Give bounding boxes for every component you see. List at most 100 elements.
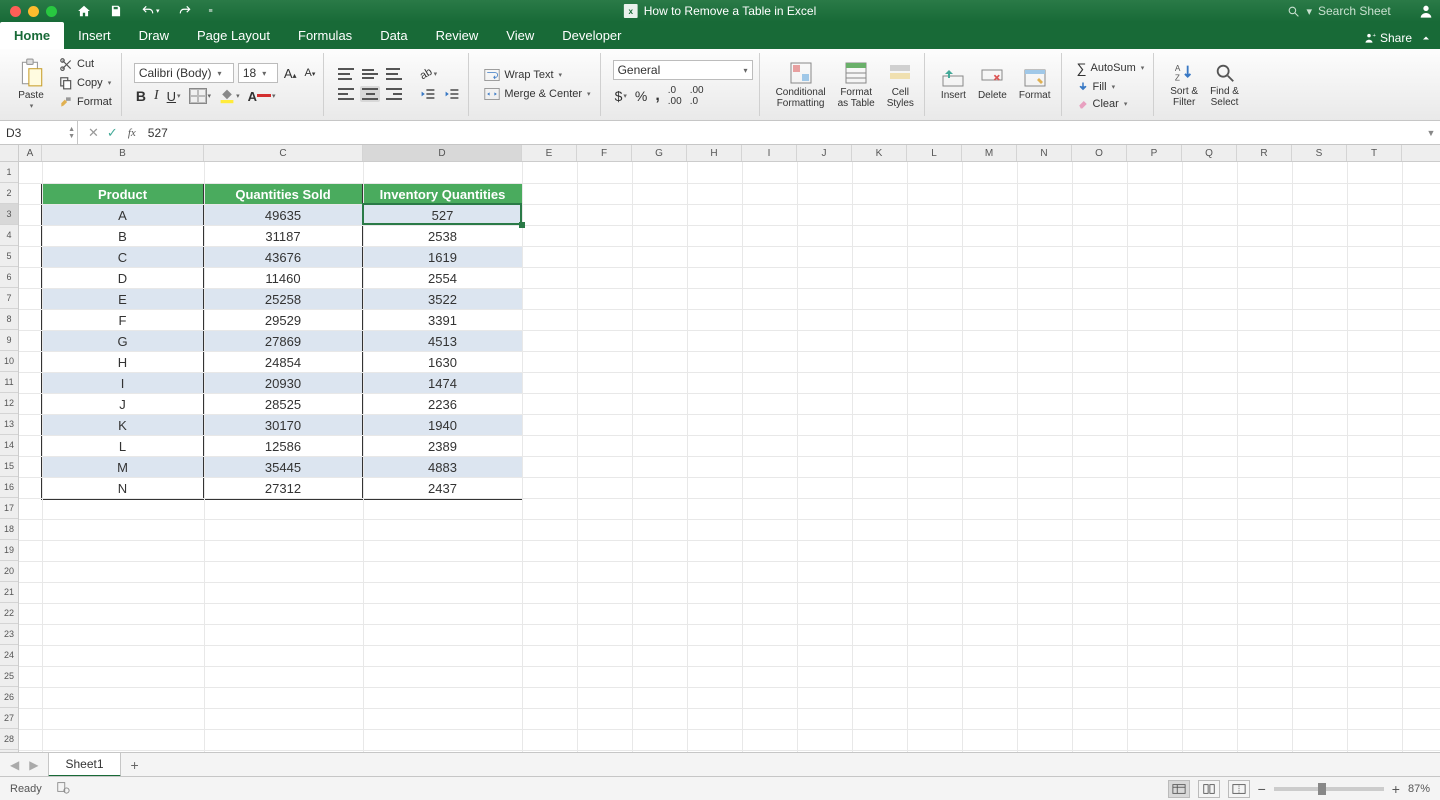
macro-record-icon[interactable] bbox=[56, 780, 70, 797]
insert-cells-button[interactable]: Insert bbox=[937, 66, 970, 103]
table-cell[interactable]: 28525 bbox=[204, 394, 363, 415]
comma-button[interactable]: , bbox=[653, 85, 661, 107]
row-header-13[interactable]: 13 bbox=[0, 414, 18, 435]
fill-color-button[interactable]: ▾ bbox=[217, 86, 242, 106]
tab-data[interactable]: Data bbox=[366, 22, 421, 49]
conditional-formatting-button[interactable]: Conditional Formatting bbox=[772, 59, 830, 111]
undo-icon[interactable]: ▾ bbox=[139, 2, 162, 20]
home-icon[interactable] bbox=[75, 2, 93, 20]
enter-formula-icon[interactable]: ✓ bbox=[107, 125, 118, 141]
add-sheet-button[interactable]: + bbox=[121, 753, 149, 777]
close-window-button[interactable] bbox=[10, 6, 21, 17]
table-cell[interactable]: 27312 bbox=[204, 478, 363, 499]
row-header-25[interactable]: 25 bbox=[0, 666, 18, 687]
save-icon[interactable] bbox=[107, 2, 125, 20]
align-middle-button[interactable] bbox=[360, 66, 380, 82]
cancel-formula-icon[interactable]: ✕ bbox=[88, 125, 99, 141]
table-header[interactable]: Quantities Sold bbox=[204, 184, 363, 205]
zoom-level[interactable]: 87% bbox=[1408, 783, 1430, 795]
column-headers[interactable]: ABCDEFGHIJKLMNOPQRST bbox=[19, 145, 1440, 162]
row-header-19[interactable]: 19 bbox=[0, 540, 18, 561]
data-table[interactable]: ProductQuantities SoldInventory Quantiti… bbox=[41, 183, 523, 500]
select-all-corner[interactable] bbox=[0, 145, 19, 162]
table-cell[interactable]: I bbox=[42, 373, 204, 394]
row-header-14[interactable]: 14 bbox=[0, 435, 18, 456]
tab-view[interactable]: View bbox=[492, 22, 548, 49]
cells-area[interactable]: ProductQuantities SoldInventory Quantiti… bbox=[19, 162, 1440, 752]
row-header-2[interactable]: 2 bbox=[0, 183, 18, 204]
normal-view-button[interactable] bbox=[1168, 780, 1190, 798]
row-header-28[interactable]: 28 bbox=[0, 729, 18, 750]
column-header-S[interactable]: S bbox=[1292, 145, 1347, 161]
increase-decimal-button[interactable]: .0.00 bbox=[666, 83, 684, 109]
percent-button[interactable]: % bbox=[633, 86, 649, 106]
column-header-N[interactable]: N bbox=[1017, 145, 1072, 161]
borders-button[interactable]: ▾ bbox=[187, 86, 214, 106]
table-cell[interactable]: 2554 bbox=[363, 268, 522, 289]
column-header-J[interactable]: J bbox=[797, 145, 852, 161]
align-center-button[interactable] bbox=[360, 86, 380, 102]
column-header-L[interactable]: L bbox=[907, 145, 962, 161]
page-break-view-button[interactable] bbox=[1228, 780, 1250, 798]
table-cell[interactable]: E bbox=[42, 289, 204, 310]
tab-draw[interactable]: Draw bbox=[125, 22, 183, 49]
table-cell[interactable]: H bbox=[42, 352, 204, 373]
table-cell[interactable]: 25258 bbox=[204, 289, 363, 310]
maximize-window-button[interactable] bbox=[46, 6, 57, 17]
table-cell[interactable]: J bbox=[42, 394, 204, 415]
paste-button[interactable]: Paste ▾ bbox=[14, 56, 48, 113]
table-cell[interactable]: L bbox=[42, 436, 204, 457]
row-header-23[interactable]: 23 bbox=[0, 624, 18, 645]
sheet-nav-next[interactable]: ▶ bbox=[25, 756, 42, 774]
row-header-9[interactable]: 9 bbox=[0, 330, 18, 351]
tab-page-layout[interactable]: Page Layout bbox=[183, 22, 284, 49]
qat-customize-icon[interactable]: ≡ bbox=[209, 8, 213, 15]
column-header-Q[interactable]: Q bbox=[1182, 145, 1237, 161]
table-cell[interactable]: F bbox=[42, 310, 204, 331]
font-size-select[interactable]: 18▾ bbox=[238, 63, 278, 83]
column-header-H[interactable]: H bbox=[687, 145, 742, 161]
table-cell[interactable]: B bbox=[42, 226, 204, 247]
merge-center-button[interactable]: Merge & Center▾ bbox=[481, 86, 593, 102]
align-right-button[interactable] bbox=[384, 86, 404, 102]
align-bottom-button[interactable] bbox=[384, 66, 404, 82]
table-cell[interactable]: 4883 bbox=[363, 457, 522, 478]
table-cell[interactable]: 3391 bbox=[363, 310, 522, 331]
user-account-icon[interactable] bbox=[1418, 3, 1434, 19]
sort-filter-button[interactable]: AZSort & Filter bbox=[1166, 60, 1202, 110]
row-header-8[interactable]: 8 bbox=[0, 309, 18, 330]
minimize-window-button[interactable] bbox=[28, 6, 39, 17]
name-box[interactable]: D3 ▲▼ bbox=[0, 121, 78, 144]
zoom-out-button[interactable]: − bbox=[1258, 781, 1266, 797]
table-cell[interactable]: 11460 bbox=[204, 268, 363, 289]
zoom-in-button[interactable]: + bbox=[1392, 781, 1400, 797]
row-header-1[interactable]: 1 bbox=[0, 162, 18, 183]
table-cell[interactable]: 3522 bbox=[363, 289, 522, 310]
column-header-M[interactable]: M bbox=[962, 145, 1017, 161]
increase-indent-button[interactable] bbox=[442, 85, 462, 103]
table-cell[interactable]: 2389 bbox=[363, 436, 522, 457]
align-left-button[interactable] bbox=[336, 86, 356, 102]
table-cell[interactable]: 527 bbox=[363, 205, 522, 226]
row-header-26[interactable]: 26 bbox=[0, 687, 18, 708]
cut-button[interactable]: Cut bbox=[56, 56, 115, 72]
table-cell[interactable]: 27869 bbox=[204, 331, 363, 352]
fx-icon[interactable]: fx bbox=[128, 127, 136, 139]
delete-cells-button[interactable]: Delete bbox=[974, 66, 1011, 103]
fill-button[interactable]: Fill▾ bbox=[1074, 80, 1148, 94]
collapse-ribbon-icon[interactable] bbox=[1420, 32, 1432, 44]
zoom-slider[interactable] bbox=[1274, 787, 1384, 791]
row-header-20[interactable]: 20 bbox=[0, 561, 18, 582]
copy-button[interactable]: Copy▾ bbox=[56, 75, 115, 91]
tab-developer[interactable]: Developer bbox=[548, 22, 635, 49]
find-select-button[interactable]: Find & Select bbox=[1206, 60, 1243, 110]
sheet-nav-prev[interactable]: ◀ bbox=[6, 756, 23, 774]
formula-input[interactable]: 527 bbox=[144, 126, 1422, 140]
table-cell[interactable]: 29529 bbox=[204, 310, 363, 331]
row-header-22[interactable]: 22 bbox=[0, 603, 18, 624]
format-as-table-button[interactable]: Format as Table bbox=[834, 59, 879, 111]
bold-button[interactable]: B bbox=[134, 86, 148, 106]
table-header[interactable]: Product bbox=[42, 184, 204, 205]
row-header-21[interactable]: 21 bbox=[0, 582, 18, 603]
fill-handle[interactable] bbox=[519, 222, 525, 228]
